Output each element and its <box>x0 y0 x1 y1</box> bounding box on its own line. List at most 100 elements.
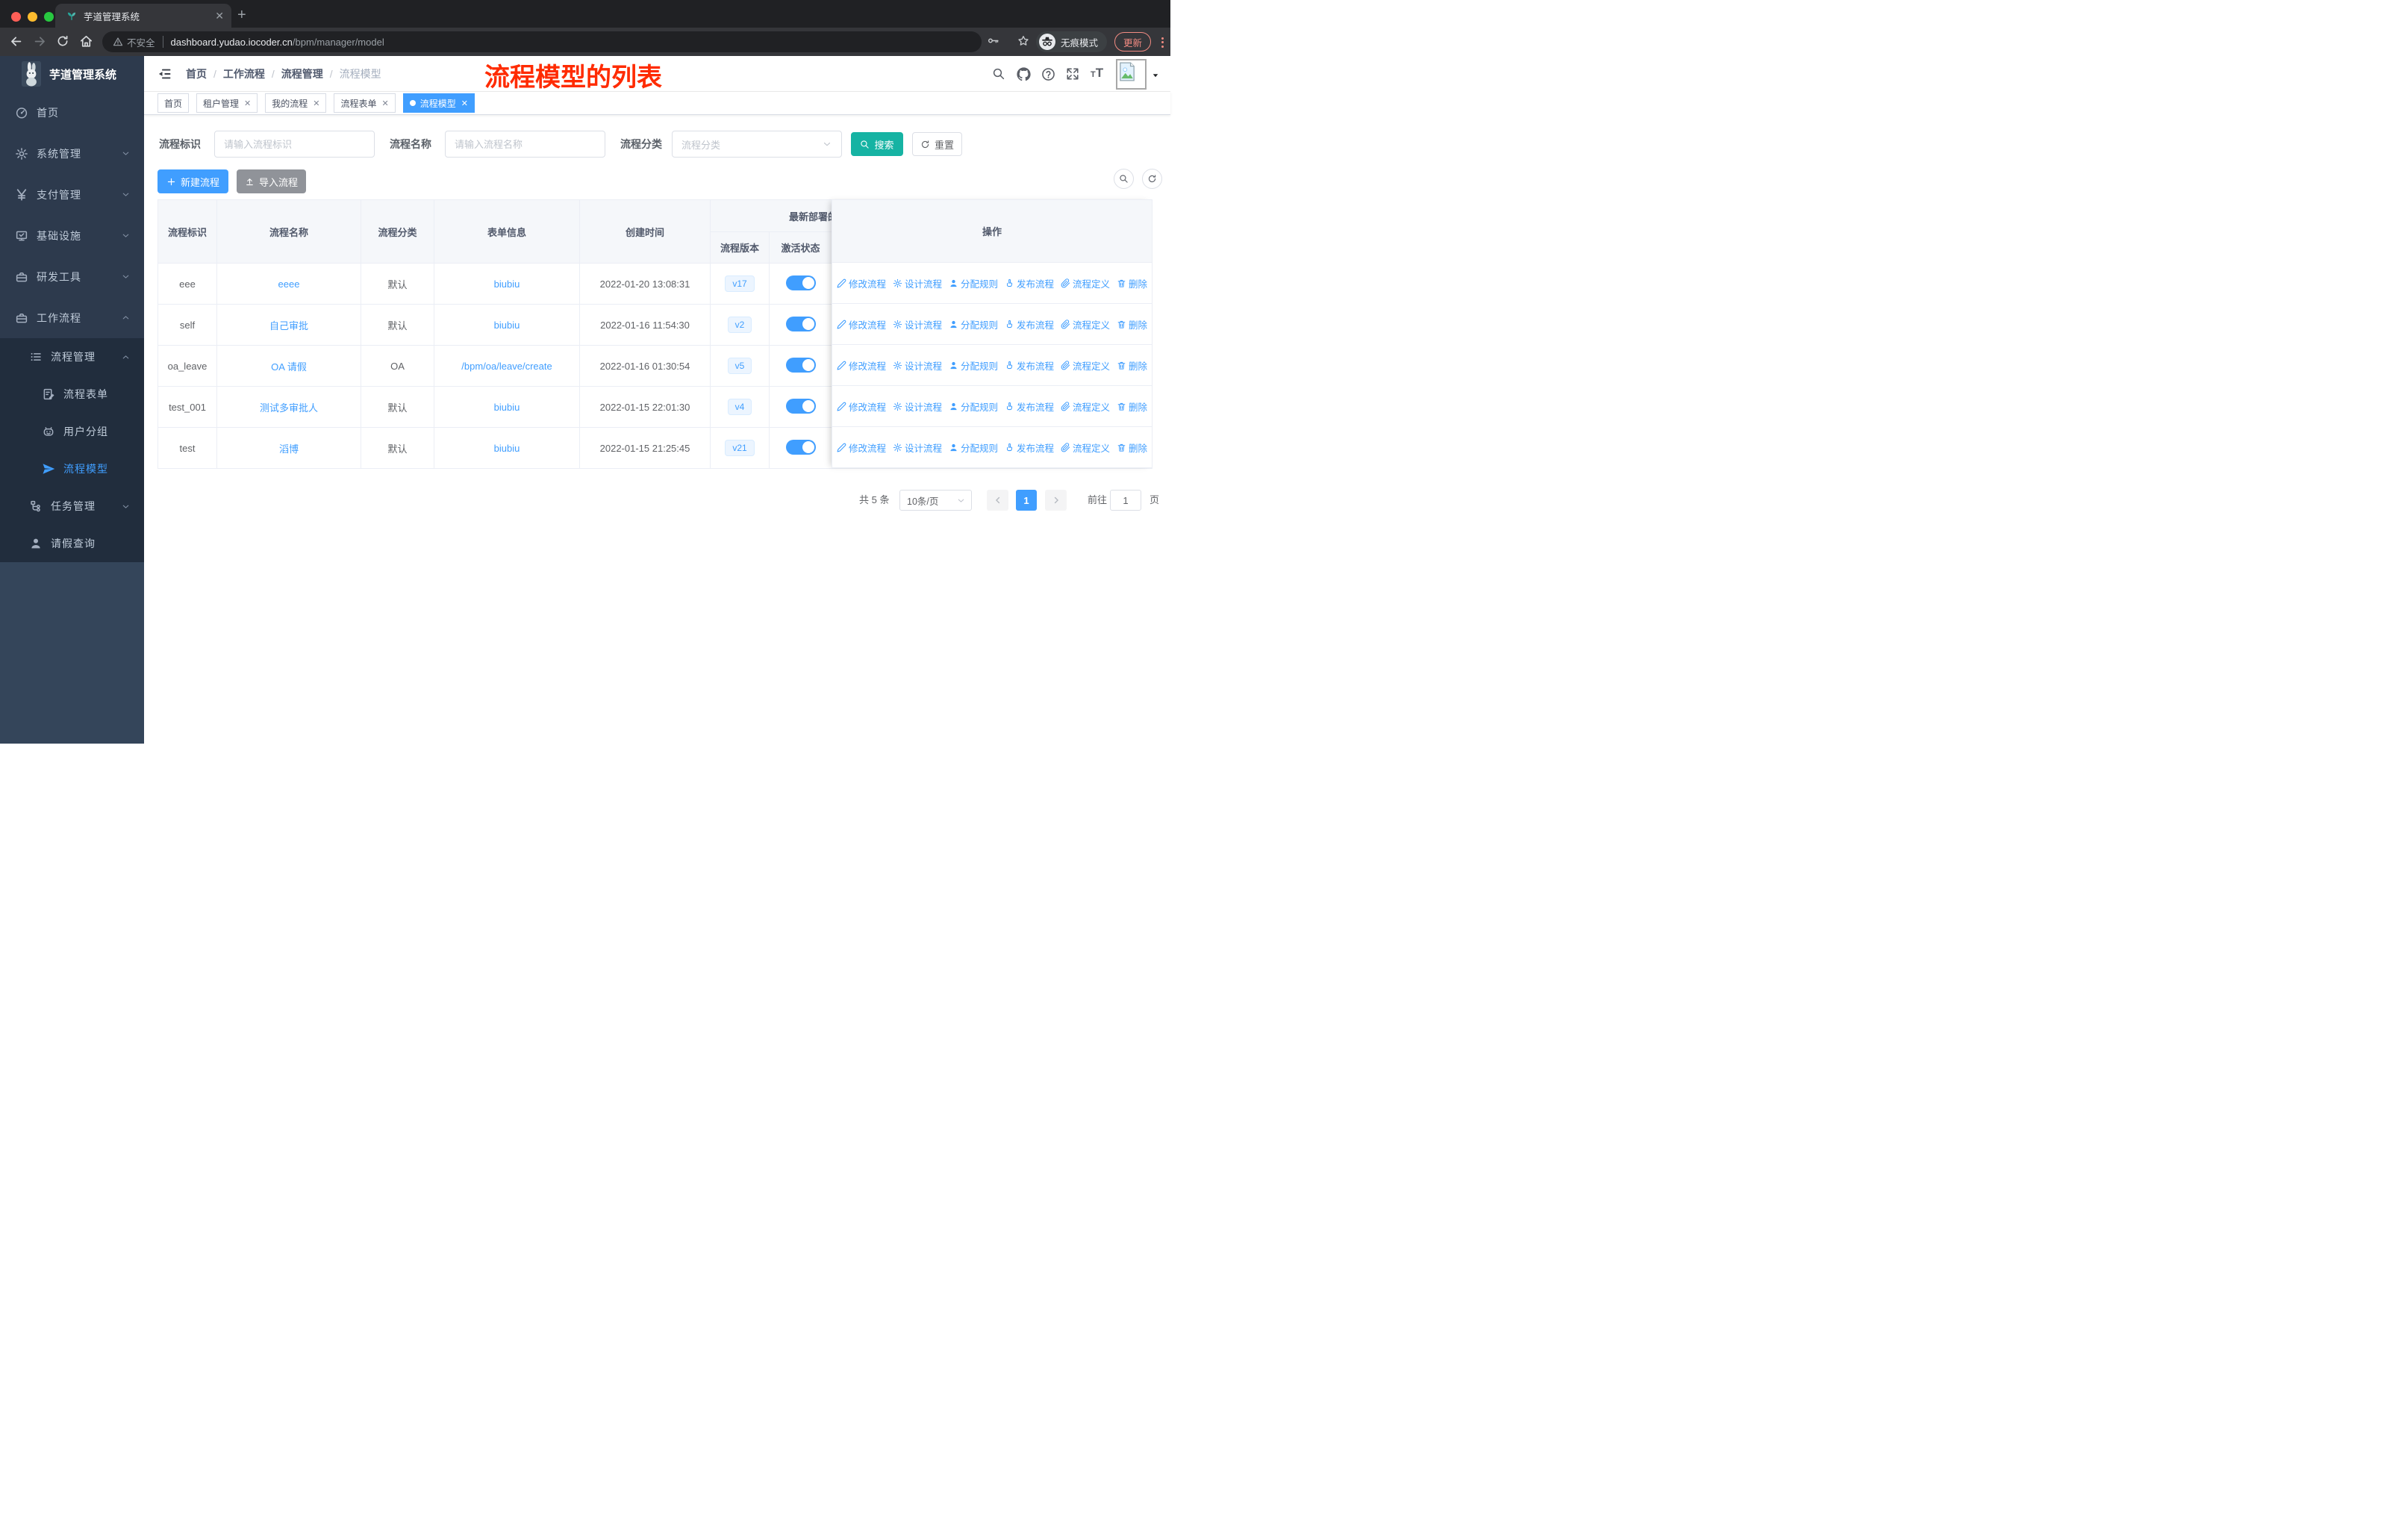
breadcrumb-item[interactable]: 流程管理 <box>281 66 323 81</box>
tag-close-icon[interactable]: ✕ <box>244 99 251 108</box>
process-name-link[interactable]: 自己审批 <box>269 320 308 331</box>
action-分配规则[interactable]: 分配规则 <box>949 317 998 331</box>
sidebar-item-基础设施[interactable]: 基础设施 <box>0 215 144 256</box>
process-name-link[interactable]: OA 请假 <box>271 361 307 373</box>
sidebar-item-任务管理[interactable]: 任务管理 <box>0 488 144 525</box>
action-分配规则[interactable]: 分配规则 <box>949 358 998 373</box>
goto-page-input[interactable] <box>1110 490 1141 511</box>
browser-update-button[interactable]: 更新 <box>1114 32 1151 52</box>
action-发布流程[interactable]: 发布流程 <box>1005 276 1054 290</box>
sidebar-item-系统管理[interactable]: 系统管理 <box>0 133 144 174</box>
action-设计流程[interactable]: 设计流程 <box>893 317 942 331</box>
action-删除[interactable]: 删除 <box>1117 440 1147 455</box>
tag-close-icon[interactable]: ✕ <box>382 99 389 108</box>
window-zoom-button[interactable] <box>44 12 54 22</box>
process-name-link[interactable]: 测试多审批人 <box>260 402 318 414</box>
active-toggle[interactable] <box>785 439 816 455</box>
tag-我的流程[interactable]: 我的流程 ✕ <box>265 93 327 113</box>
sidebar-item-工作流程[interactable]: 工作流程 <box>0 297 144 338</box>
sidebar-item-支付管理[interactable]: 支付管理 <box>0 174 144 215</box>
filter-name-input[interactable] <box>445 131 605 158</box>
sidebar-item-首页[interactable]: 首页 <box>0 92 144 133</box>
action-修改流程[interactable]: 修改流程 <box>837 358 886 373</box>
form-info-link[interactable]: biubiu <box>494 402 520 413</box>
active-toggle[interactable] <box>785 316 816 331</box>
action-发布流程[interactable]: 发布流程 <box>1005 317 1054 331</box>
form-info-link[interactable]: biubiu <box>494 320 520 331</box>
tag-流程表单[interactable]: 流程表单 ✕ <box>334 93 396 113</box>
sidebar-item-流程模型[interactable]: 流程模型 <box>0 450 144 488</box>
action-发布流程[interactable]: 发布流程 <box>1005 440 1054 455</box>
tag-流程模型[interactable]: 流程模型 ✕ <box>402 93 475 113</box>
avatar-caret-down-icon[interactable] <box>1151 71 1160 80</box>
tag-首页[interactable]: 首页 <box>157 93 190 113</box>
action-删除[interactable]: 删除 <box>1117 358 1147 373</box>
search-button[interactable]: 搜索 <box>851 132 903 156</box>
import-process-button[interactable]: 导入流程 <box>237 169 306 193</box>
back-icon[interactable] <box>9 34 23 49</box>
action-设计流程[interactable]: 设计流程 <box>893 399 942 414</box>
browser-tab[interactable]: 芋道管理系统 ✕ <box>55 4 231 28</box>
breadcrumb-item[interactable]: 工作流程 <box>223 66 265 81</box>
help-icon[interactable] <box>1041 67 1055 81</box>
new-tab-button[interactable]: + <box>237 7 246 23</box>
browser-menu-icon[interactable] <box>1160 35 1164 49</box>
tag-close-icon[interactable]: ✕ <box>313 99 319 108</box>
logo-row[interactable]: 芋道管理系统 <box>0 56 144 92</box>
refresh-table-button[interactable] <box>1142 169 1162 189</box>
github-icon[interactable] <box>1017 67 1031 81</box>
tab-close-icon[interactable]: ✕ <box>215 10 224 22</box>
reload-icon[interactable] <box>56 34 69 48</box>
sidebar-item-流程表单[interactable]: 流程表单 <box>0 376 144 413</box>
current-page-button[interactable]: 1 <box>1016 490 1037 511</box>
action-删除[interactable]: 删除 <box>1117 317 1147 331</box>
active-toggle[interactable] <box>785 275 816 290</box>
window-minimize-button[interactable] <box>28 12 37 22</box>
key-icon[interactable] <box>987 34 999 47</box>
action-分配规则[interactable]: 分配规则 <box>949 276 998 290</box>
action-流程定义[interactable]: 流程定义 <box>1061 440 1110 455</box>
address-bar[interactable]: 不安全 dashboard.yudao.iocoder.cn/bpm/manag… <box>102 31 982 52</box>
fullscreen-icon[interactable] <box>1066 67 1079 81</box>
window-close-button[interactable] <box>11 12 21 22</box>
user-avatar-broken-image[interactable] <box>1116 59 1147 90</box>
process-name-link[interactable]: eeee <box>278 278 300 290</box>
action-设计流程[interactable]: 设计流程 <box>893 440 942 455</box>
action-流程定义[interactable]: 流程定义 <box>1061 358 1110 373</box>
reset-button[interactable]: 重置 <box>912 132 962 156</box>
action-设计流程[interactable]: 设计流程 <box>893 358 942 373</box>
active-toggle[interactable] <box>785 357 816 373</box>
action-设计流程[interactable]: 设计流程 <box>893 276 942 290</box>
filter-id-input[interactable] <box>214 131 375 158</box>
sidebar-item-研发工具[interactable]: 研发工具 <box>0 256 144 297</box>
forward-icon[interactable] <box>33 34 47 49</box>
sidebar-item-请假查询[interactable]: 请假查询 <box>0 525 144 562</box>
action-发布流程[interactable]: 发布流程 <box>1005 358 1054 373</box>
home-icon[interactable] <box>79 34 93 49</box>
action-删除[interactable]: 删除 <box>1117 399 1147 414</box>
form-info-link[interactable]: /bpm/oa/leave/create <box>461 361 552 372</box>
form-info-link[interactable]: biubiu <box>494 278 520 290</box>
security-chip[interactable]: 不安全 <box>113 35 155 49</box>
action-流程定义[interactable]: 流程定义 <box>1061 399 1110 414</box>
action-流程定义[interactable]: 流程定义 <box>1061 276 1110 290</box>
breadcrumb-item[interactable]: 首页 <box>186 66 207 81</box>
action-修改流程[interactable]: 修改流程 <box>837 317 886 331</box>
action-流程定义[interactable]: 流程定义 <box>1061 317 1110 331</box>
font-size-icon[interactable]: TT <box>1091 66 1103 81</box>
create-process-button[interactable]: 新建流程 <box>157 169 228 193</box>
active-toggle[interactable] <box>785 398 816 414</box>
action-修改流程[interactable]: 修改流程 <box>837 399 886 414</box>
sidebar-collapse-icon[interactable] <box>157 66 172 81</box>
page-size-select[interactable]: 10条/页 <box>899 490 972 511</box>
action-修改流程[interactable]: 修改流程 <box>837 440 886 455</box>
prev-page-button[interactable] <box>987 490 1008 511</box>
header-search-icon[interactable] <box>992 67 1005 81</box>
process-name-link[interactable]: 滔博 <box>279 443 299 455</box>
filter-category-select[interactable]: 流程分类 <box>672 131 842 158</box>
action-删除[interactable]: 删除 <box>1117 276 1147 290</box>
toggle-search-button[interactable] <box>1114 169 1134 189</box>
action-分配规则[interactable]: 分配规则 <box>949 399 998 414</box>
form-info-link[interactable]: biubiu <box>494 443 520 454</box>
action-发布流程[interactable]: 发布流程 <box>1005 399 1054 414</box>
